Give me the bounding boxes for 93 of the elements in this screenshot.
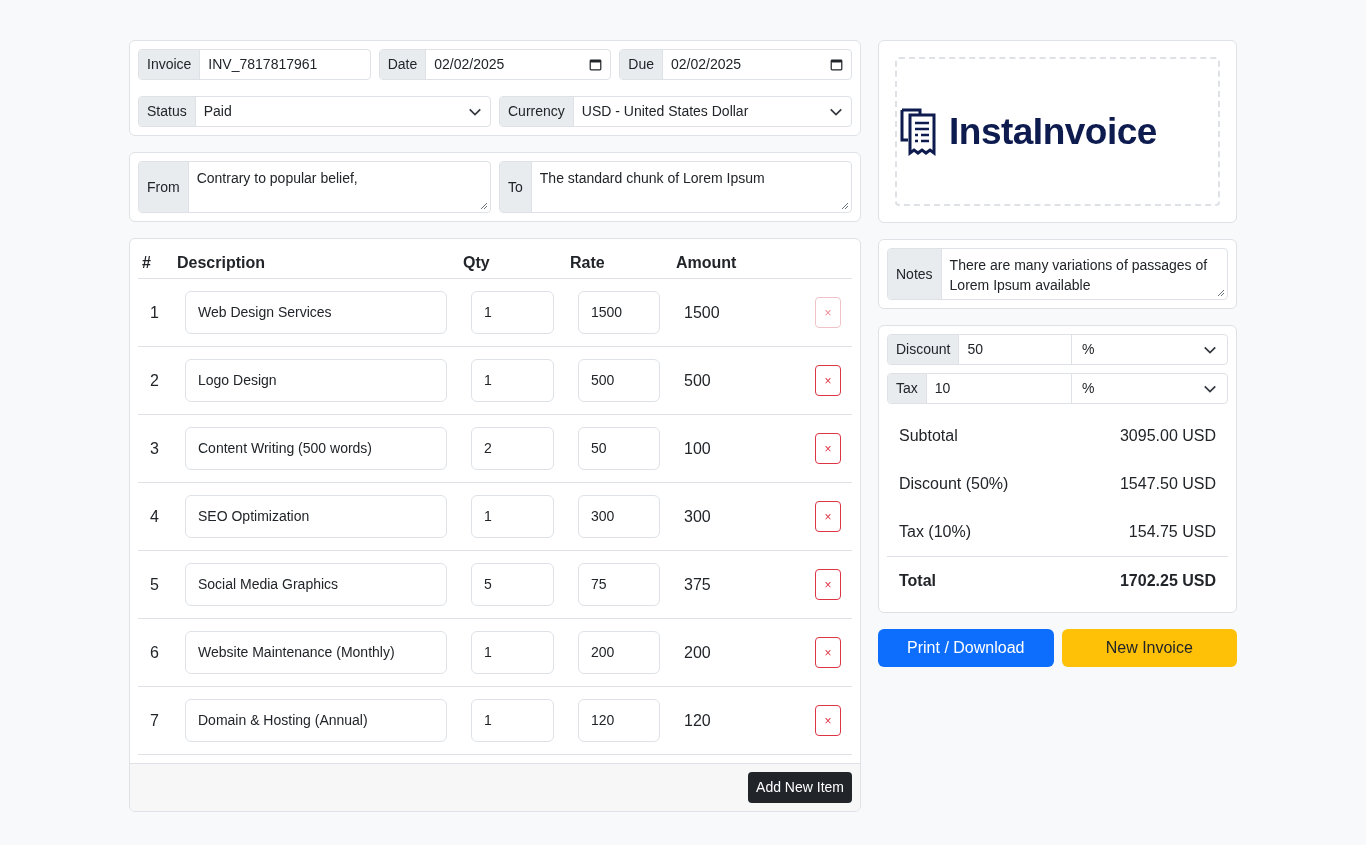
textarea-group[interactable]: Notes There are many variations of passages of Lorem Ipsum available [887,248,1228,300]
row-number: 4 [149,506,160,527]
input-group[interactable]: Status Paid [138,96,491,127]
row-number: 1 [149,302,160,323]
field-value: 02/02/2025 [671,55,743,74]
input-group[interactable]: Tax 10 % [887,373,1228,404]
field-label: Currency [500,97,574,126]
input-group[interactable]: Date 02/02/2025 [378,49,612,80]
logo-dropzone[interactable]: InstaInvoice [895,57,1220,206]
input-field[interactable]: 75 [578,563,660,606]
input-field[interactable]: 120 [578,699,660,742]
summary-label: Subtotal [899,426,958,446]
amount-cell-text: 100 [684,438,712,459]
summary-label: Tax (10%) [899,522,972,542]
row-number: 2 [149,370,160,391]
input-field[interactable]: Domain & Hosting (Annual) [185,699,447,742]
calendar-icon[interactable] [830,58,843,71]
logo-text: InstaInvoice [949,113,1157,150]
input-field[interactable]: 5 [471,563,554,606]
summary-label: Discount (50%) [899,474,1009,494]
remove-button[interactable]: × [815,637,841,668]
summary-value: 154.75 USD [1128,522,1216,542]
field-label: Due [620,50,664,79]
field-value: USD - United States Dollar [581,102,750,121]
textarea-value: The standard chunk of Lorem Ipsum [539,170,765,186]
row-number: 3 [149,438,160,459]
textarea-value: There are many variations of passages of Lorem Ipsum available [949,257,1208,293]
input-field[interactable]: 1 [471,699,554,742]
remove-button[interactable]: × [815,705,841,736]
textarea-group[interactable]: From Contrary to popular belief, [138,161,491,213]
field-value: 50 [959,335,1072,364]
column-header: Qty [463,252,491,273]
column-header: Rate [570,252,606,273]
field-label: Discount [888,335,960,364]
amount-cell-text: 1500 [684,302,721,323]
calendar-icon[interactable] [589,58,603,71]
summary-label: Total [899,570,937,591]
field-value: 02/02/2025 [434,55,506,74]
field-label: Tax [888,374,927,403]
summary-value: 1702.25 USD [1119,570,1216,591]
amount-cell-text: 375 [684,574,712,595]
action-button[interactable]: Print / Download [878,629,1054,667]
remove-button[interactable]: × [815,365,841,396]
resize-handle-icon [1217,289,1225,297]
resize-handle-icon [480,202,488,210]
field-value: Paid [203,102,233,121]
field-label: Invoice [139,50,201,79]
select-value: % [1082,340,1095,359]
field-value: INV_7817817961 [208,55,319,74]
input-field[interactable]: Social Media Graphics [185,563,447,606]
row-number: 5 [149,574,160,595]
input-field[interactable]: 2 [471,427,554,470]
input-field[interactable]: 300 [578,495,660,538]
row-number: 6 [149,642,160,663]
amount-cell-text: 500 [684,370,712,391]
input-field[interactable]: 50 [578,427,660,470]
resize-handle-icon [841,202,849,210]
textarea-group[interactable]: To The standard chunk of Lorem Ipsum [499,161,852,213]
add-item-button[interactable]: Add New Item [748,772,852,803]
summary-value: 3095.00 USD [1119,426,1216,446]
column-header: Amount [676,252,738,273]
amount-cell-text: 300 [684,506,712,527]
textarea-value: Contrary to popular belief, [196,170,358,186]
field-label: From [139,162,189,212]
input-group[interactable]: Currency USD - United States Dollar [499,96,852,127]
input-group[interactable]: Due 02/02/2025 [619,49,852,80]
input-field[interactable]: Logo Design [185,359,447,402]
input-field[interactable]: SEO Optimization [185,495,447,538]
amount-cell-text: 120 [684,710,712,731]
column-header: Description [177,252,266,273]
select-value: % [1082,379,1095,398]
input-field[interactable]: 500 [578,359,660,402]
remove-button[interactable]: × [815,433,841,464]
input-field[interactable]: Website Maintenance (Monthly) [185,631,447,674]
remove-button[interactable]: × [815,501,841,532]
input-group[interactable]: Invoice INV_7817817961 [138,49,371,80]
remove-button[interactable]: × [815,569,841,600]
input-field[interactable]: 200 [578,631,660,674]
field-value: 10 [926,374,1072,403]
amount-cell-text: 200 [684,642,712,663]
field-label: Date [379,50,427,79]
column-header: # [141,252,152,273]
input-field[interactable]: 1 [471,631,554,674]
input-field[interactable]: 1 [471,495,554,538]
field-label: Status [139,97,196,126]
input-field[interactable]: Content Writing (500 words) [185,427,447,470]
action-button[interactable]: New Invoice [1061,629,1237,667]
input-field[interactable]: 1 [471,359,554,402]
summary-value: 1547.50 USD [1119,474,1216,494]
field-label: To [500,162,532,212]
input-group[interactable]: Discount 50 % [887,334,1228,365]
field-label: Notes [888,249,942,299]
row-number: 7 [149,710,160,731]
